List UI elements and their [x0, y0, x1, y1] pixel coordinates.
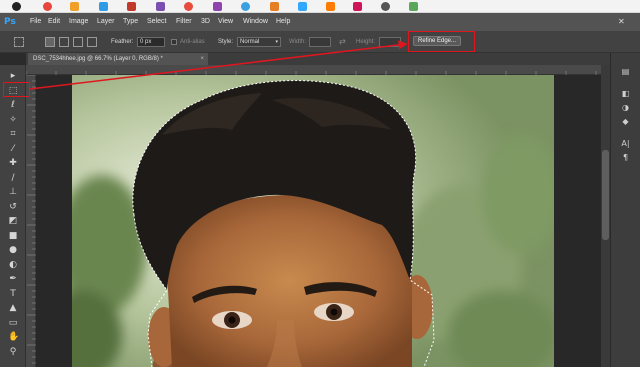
antialias-label: Anti-alias [180, 39, 205, 45]
refine-edge-highlight [408, 31, 475, 52]
add-selection-icon[interactable] [59, 37, 69, 47]
menu-help[interactable]: Help [276, 18, 290, 25]
history-brush-tool-icon[interactable]: ↺ [8, 202, 18, 212]
marquee-tool-highlight [3, 82, 30, 97]
photoshop-logo: Ps [4, 17, 16, 27]
search-icon[interactable] [381, 2, 390, 11]
photoshop-window: Ps File Edit Image Layer Type Select Fil… [0, 0, 640, 367]
paragraph-panel-icon[interactable]: ¶ [620, 153, 631, 163]
chevron-down-icon: ▾ [275, 39, 278, 45]
menu-file[interactable]: File [30, 18, 41, 25]
eraser-tool-icon[interactable]: ◩ [8, 216, 18, 226]
horizontal-ruler [25, 65, 601, 80]
zoom-tool-icon[interactable]: ⚲ [8, 347, 18, 357]
scrollbar-thumb[interactable] [602, 150, 609, 240]
app-icon[interactable] [184, 2, 193, 11]
rectangle-tool-icon[interactable]: ▭ [8, 318, 18, 328]
document-canvas-photo[interactable] [72, 75, 554, 367]
illustrator-icon[interactable] [326, 2, 335, 11]
style-select[interactable]: Normal ▾ [237, 37, 281, 47]
options-bar: Feather: 0 px Anti-alias Style: Normal ▾… [0, 31, 640, 53]
brush-tool-icon[interactable]: ∕ [8, 173, 18, 183]
chrome-icon[interactable] [43, 2, 52, 11]
new-selection-icon[interactable] [45, 37, 55, 47]
ruler-ticks [27, 74, 36, 364]
path-selection-tool-icon[interactable]: ▲ [8, 303, 18, 313]
lasso-tool-icon[interactable]: ℓ [8, 100, 18, 110]
menu-bar: Ps File Edit Image Layer Type Select Fil… [0, 13, 640, 31]
crop-tool-icon[interactable]: ⌗ [8, 129, 18, 139]
width-label: Width: [289, 39, 307, 45]
history-panel-icon[interactable]: ▤ [620, 67, 631, 77]
menu-type[interactable]: Type [123, 18, 138, 25]
app-icon[interactable] [156, 2, 165, 11]
pen-tool-icon[interactable]: ✒ [8, 274, 18, 284]
clone-stamp-tool-icon[interactable]: ⊥ [8, 187, 18, 197]
color-panel-icon[interactable]: ◆ [620, 117, 631, 127]
menu-layer[interactable]: Layer [97, 18, 115, 25]
style-label: Style: [218, 39, 234, 45]
adjustments-panel-icon[interactable]: ◑ [620, 103, 631, 113]
os-taskbar [0, 0, 640, 13]
feather-label: Feather: [111, 39, 134, 45]
subtract-selection-icon[interactable] [73, 37, 83, 47]
gradient-tool-icon[interactable]: ■ [8, 231, 18, 241]
menu-select[interactable]: Select [147, 18, 166, 25]
app-icon[interactable] [409, 2, 418, 11]
app-icon[interactable] [213, 2, 222, 11]
type-tool-icon[interactable]: T [8, 289, 18, 299]
style-select-value: Normal [240, 39, 260, 45]
apple-icon[interactable] [12, 2, 21, 11]
portrait-photo [72, 75, 554, 367]
eyedropper-tool-icon[interactable]: ⁄ [8, 144, 18, 154]
menu-edit[interactable]: Edit [48, 18, 60, 25]
swap-dimensions-icon[interactable]: ⇄ [339, 37, 346, 46]
window-close-icon[interactable]: ✕ [618, 17, 625, 26]
antialias-checkbox[interactable] [171, 39, 177, 45]
feather-input[interactable]: 0 px [137, 37, 165, 47]
menu-window[interactable]: Window [243, 18, 268, 25]
height-label: Height: [356, 39, 376, 45]
indesign-icon[interactable] [353, 2, 362, 11]
magic-wand-tool-icon[interactable]: ✧ [8, 115, 18, 125]
menu-view[interactable]: View [218, 18, 233, 25]
height-input[interactable] [379, 37, 401, 47]
dodge-tool-icon[interactable]: ◐ [8, 260, 18, 270]
menu-image[interactable]: Image [69, 18, 88, 25]
document-tab-bar: DSC_7534hhee.jpg @ 66.7% (Layer 0, RGB/8… [26, 53, 610, 65]
close-tab-icon[interactable]: × [200, 53, 204, 65]
character-panel-icon[interactable]: A| [620, 139, 631, 149]
menu-filter[interactable]: Filter [176, 18, 192, 25]
width-input[interactable] [309, 37, 331, 47]
blur-tool-icon[interactable]: ● [8, 245, 18, 255]
marquee-preset-icon[interactable] [14, 37, 24, 47]
document-tab-title: DSC_7534hhee.jpg @ 66.7% (Layer 0, RGB/8… [33, 56, 163, 62]
menu-3d[interactable]: 3D [201, 18, 210, 25]
messenger-icon[interactable] [241, 2, 250, 11]
app-icon[interactable] [127, 2, 136, 11]
healing-brush-tool-icon[interactable]: ✚ [8, 158, 18, 168]
app-icon[interactable] [270, 2, 279, 11]
hand-tool-icon[interactable]: ✋ [8, 332, 19, 342]
app-icon[interactable] [70, 2, 79, 11]
photoshop-taskbar-icon[interactable] [298, 2, 307, 11]
move-tool-icon[interactable]: ▸ [8, 71, 18, 81]
vertical-ruler [26, 74, 36, 367]
vertical-scrollbar[interactable] [601, 65, 610, 367]
document-tab[interactable]: DSC_7534hhee.jpg @ 66.7% (Layer 0, RGB/8… [28, 53, 208, 65]
tools-panel: ▸ ⬚ ℓ ✧ ⌗ ⁄ ✚ ∕ ⊥ ↺ ◩ ■ ● ◐ ✒ T ▲ ▭ ✋ ⚲ [0, 65, 26, 367]
intersect-selection-icon[interactable] [87, 37, 97, 47]
right-panel-dock: ▤ ◧ ◑ ◆ A| ¶ [610, 53, 640, 367]
layers-panel-icon[interactable]: ◧ [620, 89, 631, 99]
play-icon[interactable] [99, 2, 108, 11]
